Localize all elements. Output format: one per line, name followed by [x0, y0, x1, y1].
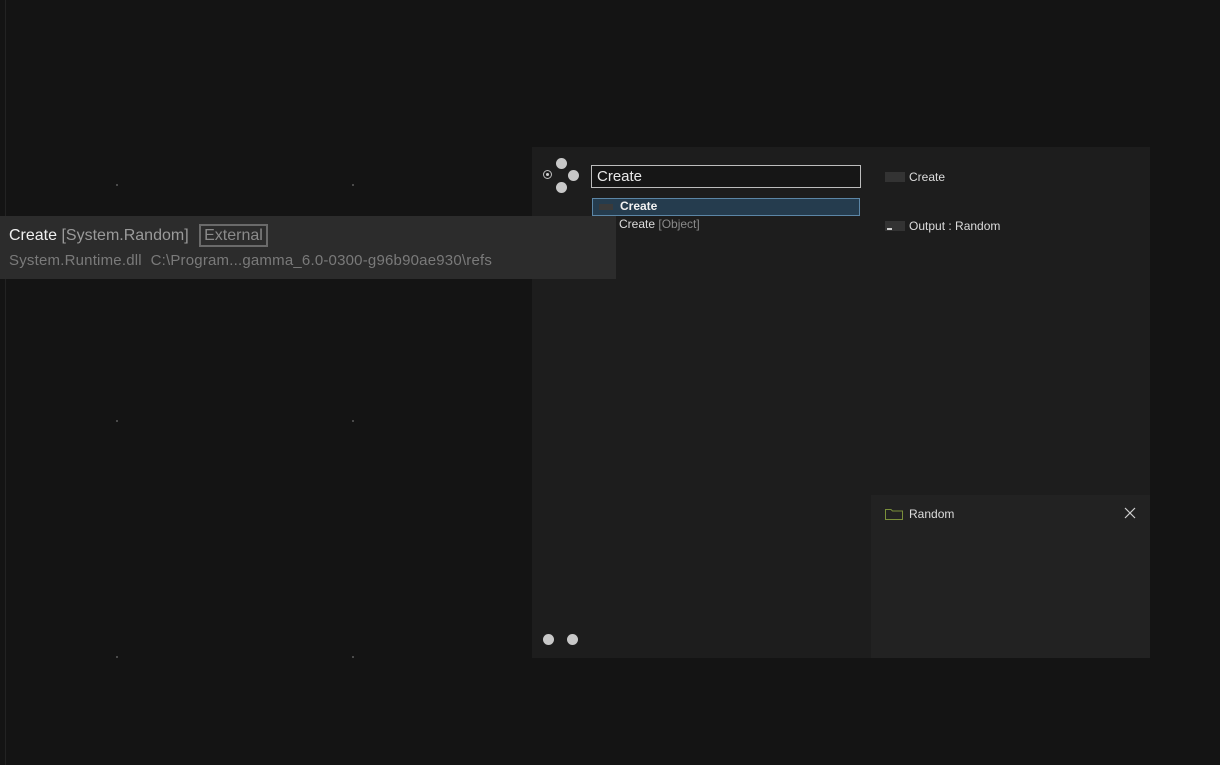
tooltip-title-line: Create [System.Random] External	[9, 224, 268, 247]
node-tooltip: Create [System.Random] External System.R…	[0, 216, 616, 279]
grid-dot	[116, 420, 118, 422]
bottom-right-dot[interactable]	[567, 634, 578, 645]
results-list: Create Create [Object]	[592, 198, 860, 235]
connector-nav-cluster[interactable]	[542, 158, 582, 198]
grid-dot	[352, 184, 354, 186]
bottom-left-dot[interactable]	[543, 634, 554, 645]
connector-left-ring[interactable]	[543, 170, 552, 179]
connector-bottom-dot[interactable]	[556, 182, 567, 193]
close-icon[interactable]	[1123, 506, 1137, 520]
search-input[interactable]	[591, 165, 861, 188]
external-badge: External	[199, 224, 268, 247]
connector-right-dot[interactable]	[568, 170, 579, 181]
folder-icon	[885, 509, 903, 520]
grid-dot	[352, 656, 354, 658]
connector-top-dot[interactable]	[556, 158, 567, 169]
output-pin-icon	[885, 221, 905, 231]
grid-dot	[116, 184, 118, 186]
result-item-create[interactable]: Create	[592, 198, 860, 216]
canvas-left-border	[5, 0, 6, 765]
category-label: Random	[909, 507, 955, 521]
tooltip-node-name: Create	[9, 227, 58, 244]
grid-dot	[352, 420, 354, 422]
tooltip-source-line: System.Runtime.dll C:\Program...gamma_6.…	[9, 252, 492, 269]
grid-dot	[116, 656, 118, 658]
result-sublabel: [Object]	[658, 217, 700, 231]
result-label: Create	[620, 199, 658, 213]
category-panel: Random	[871, 495, 1150, 658]
tooltip-node-type: [System.Random]	[61, 227, 189, 244]
detail-create: Create	[885, 170, 945, 184]
result-label: Create [Object]	[619, 217, 700, 231]
pin-icon	[885, 172, 905, 182]
detail-output: Output : Random	[885, 219, 1000, 233]
tooltip-assembly: System.Runtime.dll	[9, 252, 142, 269]
result-item-create-object[interactable]: Create [Object]	[592, 216, 860, 235]
tooltip-path: C:\Program...gamma_6.0-0300-g96b90ae930\…	[150, 252, 493, 269]
node-type-icon	[599, 204, 613, 210]
